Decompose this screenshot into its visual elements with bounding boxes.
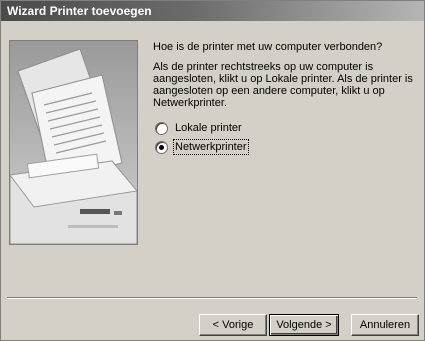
connection-question: Hoe is de printer met uw computer verbon… — [153, 41, 383, 53]
network-printer-label[interactable]: Netwerkprinter — [173, 139, 249, 155]
network-printer-radio[interactable] — [155, 140, 168, 154]
option-local-printer[interactable]: Lokale printer — [155, 121, 242, 135]
window-title: Wizard Printer toevoegen — [7, 4, 152, 18]
title-bar[interactable]: Wizard Printer toevoegen — [1, 1, 424, 21]
printer-icon — [10, 41, 137, 244]
option-network-printer[interactable]: Netwerkprinter — [155, 139, 249, 155]
wizard-window: Wizard Printer toevoegen Hoe is de print… — [0, 0, 425, 341]
cancel-button[interactable]: Annuleren — [351, 314, 419, 336]
next-button[interactable]: Volgende > — [269, 314, 339, 336]
connection-info: Als de printer rechtstreeks op uw comput… — [153, 61, 413, 109]
local-printer-label[interactable]: Lokale printer — [175, 122, 242, 134]
local-printer-radio[interactable] — [155, 121, 168, 135]
printer-illustration — [9, 40, 138, 245]
back-button[interactable]: < Vorige — [199, 314, 267, 336]
button-separator — [7, 297, 417, 299]
